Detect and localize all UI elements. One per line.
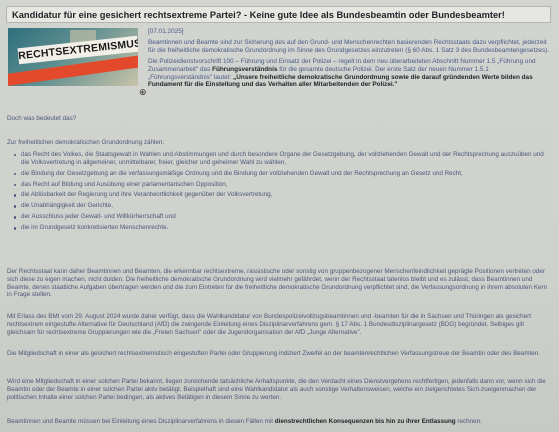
paragraph-mitgliedschaft: Die Mitgliedschaft in einer als gesicher… [7,350,541,357]
question-line: Doch was bedeutet das? [7,115,77,122]
list-item: die Ablösbarkeit der Regierung und ihre … [14,191,552,199]
page-title: Kandidatur für eine gesichert rechtsextr… [6,6,551,23]
list-item: der Ausschluss jeder Gewalt- und Willkür… [14,213,552,221]
paragraph-konsequenzen: Beamtinnen und Beamte müssen bei Einleit… [7,418,552,426]
article-page: Kandidatur für eine gesichert rechtsextr… [0,0,559,432]
konsequenzen-pre: Beamtinnen und Beamte müssen bei Einleit… [7,418,275,425]
paragraph-rechtsstaat: Der Rechtsstaat kann daher Beamtinnen un… [7,268,548,299]
rechtsextremismus-banner-image[interactable]: RECHTSEXTREMISMUS [8,28,138,86]
intro-p2-bold: Führungsverständnis [212,65,278,73]
list-item: die Unabhängigkeit der Gerichte, [14,202,552,210]
list-item: das Recht auf Bildung und Ausübung einer… [14,181,552,189]
paragraph-betaetigung: Wird eine Mitgliedschaft in einer solche… [7,378,546,401]
konsequenzen-bold: dienstrechtlichen Konsequenzen bis hin z… [274,418,456,425]
paragraph-bmi-erlass: Mit Erlass des BMI vom 29. August 2024 w… [7,313,531,336]
grundordnung-list: das Recht des Volkes, die Staatsgewalt i… [14,151,552,235]
list-item: das Recht des Volkes, die Staatsgewalt i… [14,151,552,167]
konsequenzen-post: rechnen. [455,418,482,425]
intro-paragraph-1: Beamtinnen und Beamte sind zur Sicherung… [148,38,550,54]
list-item: die im Grundgesetz konkretisierten Mensc… [14,224,552,232]
list-item: die Bindung der Gesetzgebung an die verf… [14,170,552,178]
intro-paragraph-2: Die Polizeidienstvorschrift 100 – Führun… [148,58,553,90]
intro-text: [07.01.2025] Beamtinnen und Beamte sind … [148,28,553,92]
list-heading: Zur freiheitlichen demokratischen Grundo… [7,139,165,146]
article-date: [07.01.2025] [148,28,184,35]
